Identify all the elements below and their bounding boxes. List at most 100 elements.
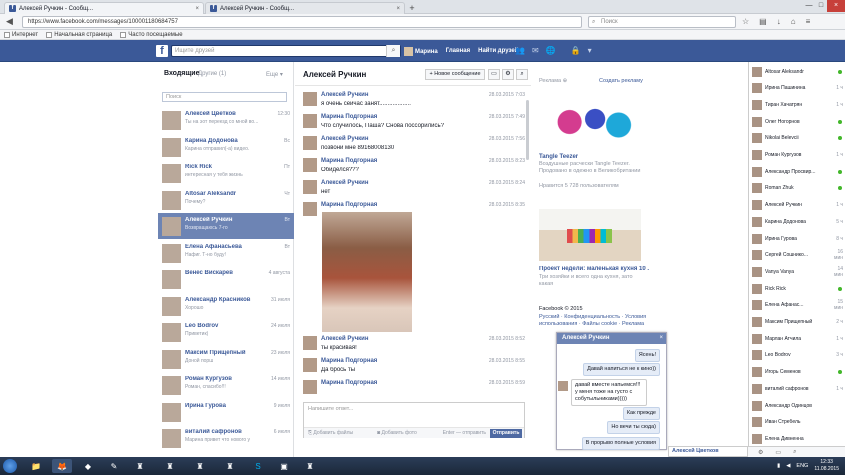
enter-to-send-toggle[interactable]: Enter — отправить [443, 430, 486, 436]
friend-item[interactable]: Altosar Aleksandr [749, 65, 845, 78]
search-icon[interactable]: ⌕ [386, 45, 400, 57]
friend-item[interactable]: Leo Bodrov 3 ч [749, 349, 845, 362]
thread-item[interactable]: Leo Bodrov Приветик) 24 июля [158, 319, 294, 345]
home-icon[interactable]: ⌂ [791, 17, 796, 26]
friend-item[interactable]: Тиран Хачатрян 1 ч [749, 98, 845, 111]
search-icon[interactable]: ⌕ [793, 449, 796, 456]
library-icon[interactable]: ▤ [759, 17, 767, 26]
search-icon[interactable]: ⌕ [516, 69, 528, 80]
friend-item[interactable]: Сергей Сошнико... 16 мин [749, 249, 845, 262]
privacy-icon[interactable]: 🔒 [571, 46, 581, 55]
thread-item[interactable]: Altosar Aleksandr Почему? Чт [158, 187, 294, 213]
language-indicator[interactable]: ENG [796, 463, 808, 469]
message-photo[interactable] [322, 212, 412, 332]
new-tab-button[interactable]: + [406, 3, 418, 13]
facebook-search-input[interactable]: Ищите друзей ⌕ [171, 45, 401, 57]
friend-item[interactable]: Ирина Гурова 8 ч [749, 232, 845, 245]
menu-icon[interactable]: ≡ [806, 17, 811, 26]
thread-item[interactable]: Алексей Ручкин Возвращаюсь 7-го Вт [158, 213, 294, 239]
friend-item[interactable]: Елена Дивненна [749, 432, 845, 445]
friend-item[interactable]: Ирина Пашинина 1 ч [749, 82, 845, 95]
bookmark-item[interactable]: Часто посещаемые [120, 31, 183, 38]
info-icon[interactable]: ⊕ [563, 78, 568, 84]
new-message-button[interactable]: + Новое сообщение [425, 69, 485, 80]
friend-item[interactable]: Vanya Vanya 14 мин [749, 265, 845, 278]
back-icon[interactable]: ◀ [6, 16, 13, 27]
more-dropdown[interactable]: Еще ▾ [266, 71, 283, 78]
game-icon[interactable]: ♜ [220, 459, 240, 473]
nav-profile[interactable]: Марина [404, 46, 438, 56]
chat-tab[interactable]: Алексей Цветков [668, 446, 748, 457]
app-icon[interactable]: ✎ [104, 459, 124, 473]
nav-home[interactable]: Главная [446, 48, 470, 54]
notifications-icon[interactable]: 🌐 [546, 46, 556, 55]
skype-icon[interactable]: S [248, 459, 268, 473]
conversation-title[interactable]: Алексей Ручкин [303, 70, 366, 79]
friend-item[interactable]: Иван Стребель [749, 416, 845, 429]
browser-search-field[interactable]: ⌕ Поиск [588, 16, 736, 28]
nav-find-friends[interactable]: Найти друзей [478, 48, 518, 54]
start-button[interactable] [3, 459, 17, 473]
ad-title[interactable]: Проект недели: маленькая кухня 10 ... [539, 266, 649, 272]
messages-icon[interactable]: ✉ [532, 46, 539, 55]
game-icon[interactable]: ♜ [130, 459, 150, 473]
thread-item[interactable]: Rick Rick интересная у тебя жизнь Пт [158, 160, 294, 186]
footer-links[interactable]: Русский · Конфиденциальность · Условия и… [539, 314, 649, 328]
facebook-logo[interactable]: f [156, 45, 168, 57]
thread-item[interactable]: Елена Афанасьева Нафиг. Т-но буду! Вт [158, 240, 294, 266]
video-icon[interactable]: ▭ [775, 449, 781, 456]
gear-icon[interactable]: ⚙ [758, 449, 763, 456]
chat-popup-header[interactable]: Алексей Ручкин × [557, 333, 666, 344]
star-icon[interactable]: ☆ [742, 17, 749, 26]
thread-item[interactable]: Александр Красников Хорошо 31 июля [158, 293, 294, 319]
friend-item[interactable]: Roman Zhuk [749, 182, 845, 195]
friend-item[interactable]: Марлан Атчила 1 ч [749, 332, 845, 345]
compose-input[interactable]: Напишите ответ... [308, 406, 353, 412]
url-field[interactable]: https://www.facebook.com/messages/100001… [22, 16, 582, 28]
volume-icon[interactable]: ◀ [786, 463, 790, 469]
friend-item[interactable]: Игорь Семенов [749, 366, 845, 379]
browser-tab[interactable]: f Алексей Ручкин - Сообщ... × [4, 2, 204, 14]
friend-requests-icon[interactable]: 👥 [515, 46, 525, 55]
thread-item[interactable]: Венес Вискарев 4 августа [158, 266, 294, 292]
gear-icon[interactable]: ⚙ [502, 69, 514, 80]
friend-item[interactable]: Nikolai Belevcii [749, 132, 845, 145]
network-icon[interactable]: ▮ [777, 463, 780, 469]
close-icon[interactable]: × [659, 333, 663, 344]
video-call-icon[interactable]: ▭ [488, 69, 500, 80]
friend-item[interactable]: Rick Rick [749, 282, 845, 295]
thread-item[interactable]: виталий сафронов Марина привет что нового… [158, 425, 294, 451]
create-ad-link[interactable]: Создать рекламу [599, 78, 643, 84]
game-icon[interactable]: ♜ [300, 459, 320, 473]
friend-item[interactable]: Олег Ногорнов [749, 115, 845, 128]
clock[interactable]: 12:33 11.08.2015 [814, 459, 839, 473]
app-icon[interactable]: ▣ [274, 459, 294, 473]
game-icon[interactable]: ♜ [160, 459, 180, 473]
attach-photo-button[interactable]: ◙ Добавить фото [377, 430, 417, 436]
thread-item[interactable]: Роман Кургузов Роман, спасибо!!! 14 июля [158, 372, 294, 398]
download-icon[interactable]: ↓ [777, 17, 781, 26]
friend-item[interactable]: Максим Прищепный 2 ч [749, 316, 845, 329]
attach-files-button[interactable]: ⎘ Добавить файлы [308, 430, 353, 436]
game-icon[interactable]: ♜ [190, 459, 210, 473]
friend-item[interactable]: Алексей Ручкин 1 ч [749, 199, 845, 212]
friend-item[interactable]: Александр Одинцов [749, 399, 845, 412]
thread-item[interactable]: Алексей Цветков Ты на эот переезд со мной… [158, 107, 294, 133]
send-button[interactable]: Отправить [490, 429, 522, 438]
ad-image[interactable] [539, 92, 641, 152]
friend-item[interactable]: виталий сафронов 1 ч [749, 382, 845, 395]
thread-item[interactable]: Карина Додонова Карина отправил(-а) видео… [158, 134, 294, 160]
friend-item[interactable]: Карина Додонова 5 ч [749, 215, 845, 228]
bookmark-item[interactable]: Начальная страница [46, 31, 112, 38]
close-window-icon[interactable]: × [827, 0, 845, 12]
maximize-icon[interactable]: □ [815, 0, 827, 12]
thread-item[interactable]: Максим Прищепный Доной порш 23 июля [158, 346, 294, 372]
thread-item[interactable]: Ирина Гурова 9 июля [158, 399, 294, 425]
inbox-tab[interactable]: Входящие [164, 70, 200, 77]
firefox-icon[interactable]: 🦊 [52, 459, 72, 473]
friend-item[interactable]: Роман Кургузов 1 ч [749, 149, 845, 162]
ad-title[interactable]: Tangle Teezer [539, 154, 578, 160]
app-icon[interactable]: ◆ [78, 459, 98, 473]
friend-item[interactable]: Елена Афанас... 15 мин [749, 299, 845, 312]
explorer-icon[interactable]: 📁 [26, 459, 46, 473]
